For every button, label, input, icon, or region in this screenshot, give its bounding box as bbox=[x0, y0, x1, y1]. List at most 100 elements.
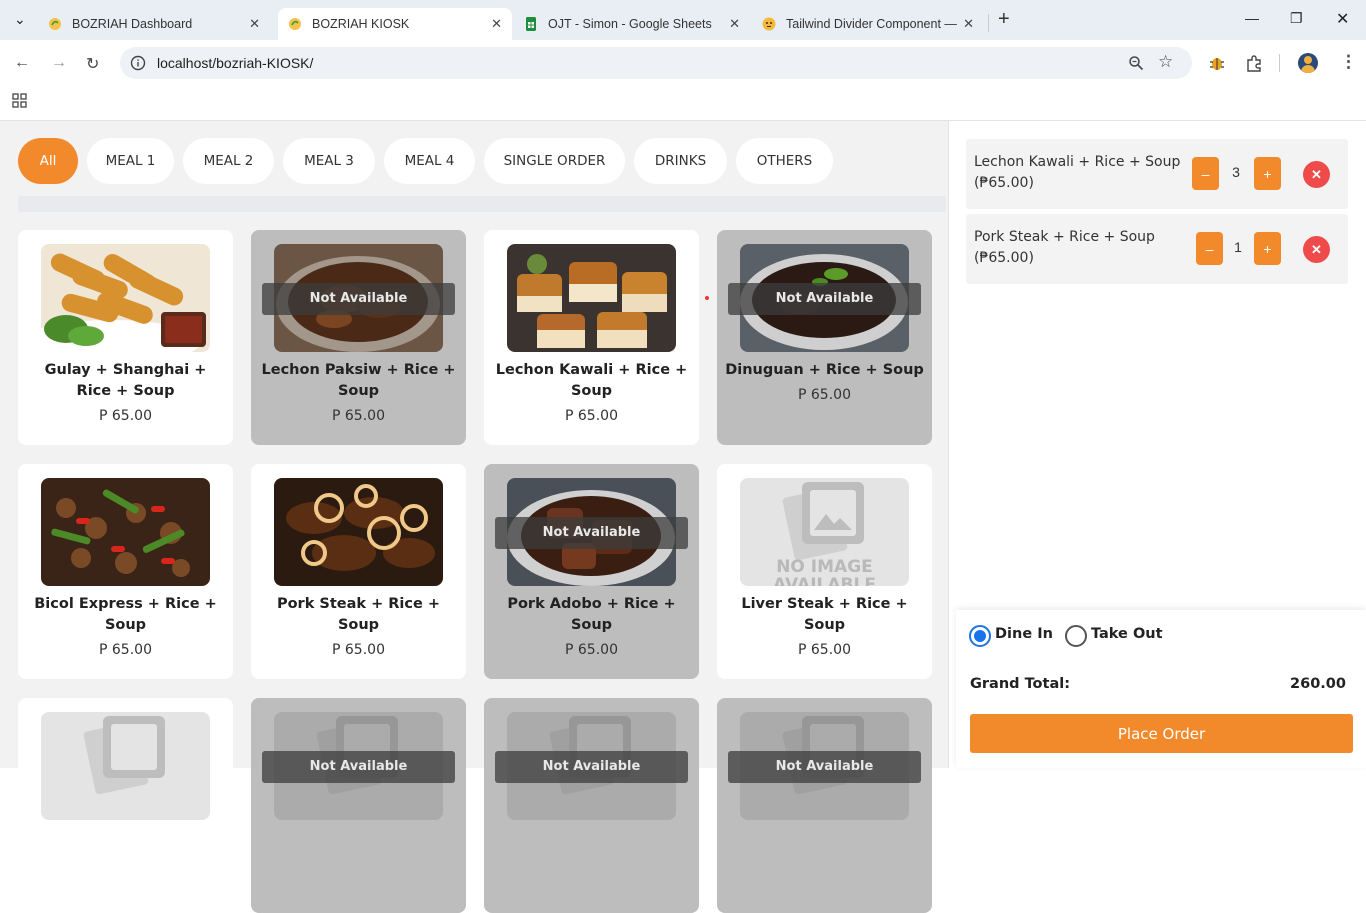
category-divider bbox=[18, 196, 946, 212]
not-available-badge: Not Available bbox=[728, 283, 921, 315]
grand-total-label: Grand Total: bbox=[970, 676, 1070, 692]
bookmark-star-icon[interactable]: ☆ bbox=[1158, 52, 1173, 72]
menu-card-unavailable: Not Available Dinuguan + Rice + Soup P 65… bbox=[717, 230, 932, 445]
not-available-badge: Not Available bbox=[495, 517, 688, 549]
menu-item-name: Pork Adobo + Rice + Soup P 65.00 bbox=[492, 594, 691, 661]
menu-item-price: P 65.00 bbox=[332, 642, 385, 658]
menu-card[interactable]: Bicol Express + Rice + Soup P 65.00 bbox=[18, 464, 233, 679]
increase-qty-button[interactable]: + bbox=[1254, 157, 1281, 190]
take-out-radio[interactable] bbox=[1065, 625, 1087, 647]
bozriah-favicon-icon bbox=[49, 18, 61, 30]
menu-item-title: Pork Adobo + Rice + Soup bbox=[507, 596, 676, 633]
menu-card[interactable]: Lechon Kawali + Rice + Soup P 65.00 bbox=[484, 230, 699, 445]
menu-item-price: P 65.00 bbox=[565, 642, 618, 658]
remove-item-button[interactable]: ✕ bbox=[1303, 161, 1330, 188]
profile-avatar[interactable] bbox=[1298, 53, 1318, 73]
menu-item-name: Pork Steak + Rice + Soup P 65.00 bbox=[259, 594, 458, 661]
dine-in-radio[interactable] bbox=[969, 625, 991, 647]
url-text[interactable]: localhost/bozriah-KIOSK/ bbox=[157, 55, 313, 71]
not-available-badge: Not Available bbox=[262, 283, 455, 315]
close-window-icon[interactable]: ✕ bbox=[1336, 9, 1349, 29]
apps-grid-icon[interactable] bbox=[12, 93, 27, 108]
browser-chrome: ⌄ BOZRIAH Dashboard ✕ BOZRIAH KIOSK ✕ OJ… bbox=[0, 0, 1366, 121]
menu-card[interactable] bbox=[18, 698, 233, 913]
cart-item: Lechon Kawali + Rice + Soup (₱65.00) – 3 … bbox=[966, 139, 1348, 209]
bug-extension-icon[interactable] bbox=[1208, 54, 1226, 72]
forward-icon[interactable]: → bbox=[51, 54, 67, 72]
site-info-icon[interactable] bbox=[130, 55, 146, 71]
category-meal-3[interactable]: MEAL 3 bbox=[283, 138, 375, 184]
menu-card[interactable]: NO IMAGE AVAILABLE Liver Steak + Rice + … bbox=[717, 464, 932, 679]
address-bar[interactable]: localhost/bozriah-KIOSK/ ☆ bbox=[120, 47, 1192, 79]
decrease-qty-button[interactable]: – bbox=[1192, 157, 1219, 190]
back-icon[interactable]: ← bbox=[14, 54, 30, 72]
take-out-label[interactable]: Take Out bbox=[1091, 626, 1163, 642]
menu-item-name: Lechon Paksiw + Rice + Soup P 65.00 bbox=[259, 360, 458, 427]
tab-title: BOZRIAH KIOSK bbox=[312, 17, 410, 31]
menu-item-price: P 65.00 bbox=[99, 642, 152, 658]
menu-item-name: Lechon Kawali + Rice + Soup P 65.00 bbox=[492, 360, 691, 427]
tab-separator bbox=[988, 14, 989, 32]
grand-total-value: 260.00 bbox=[1290, 676, 1346, 692]
menu-item-title: Liver Steak + Rice + Soup bbox=[741, 596, 908, 633]
dine-in-label[interactable]: Dine In bbox=[995, 626, 1053, 642]
menu-item-price: P 65.00 bbox=[99, 408, 152, 424]
tab-google-sheets[interactable]: OJT - Simon - Google Sheets ✕ bbox=[514, 8, 750, 40]
tab-title: OJT - Simon - Google Sheets bbox=[548, 17, 712, 31]
menu-card[interactable]: Gulay + Shanghai + Rice + Soup P 65.00 bbox=[18, 230, 233, 445]
menu-card-unavailable: Not Available bbox=[717, 698, 932, 913]
not-available-badge: Not Available bbox=[495, 751, 688, 783]
restore-icon[interactable]: ❐ bbox=[1290, 10, 1303, 27]
cart-item-price: (₱65.00) bbox=[974, 250, 1034, 266]
decrease-qty-button[interactable]: – bbox=[1196, 232, 1223, 265]
extensions-puzzle-icon[interactable] bbox=[1245, 54, 1263, 72]
place-order-button[interactable]: Place Order bbox=[970, 714, 1353, 753]
tab-bozriah-kiosk[interactable]: BOZRIAH KIOSK ✕ bbox=[278, 8, 512, 40]
increase-qty-button[interactable]: + bbox=[1254, 232, 1281, 265]
tab-search-icon[interactable]: ⌄ bbox=[14, 11, 26, 28]
menu-card-unavailable: Not Available Lechon Paksiw + Rice + Sou… bbox=[251, 230, 466, 445]
menu-item-title: Lechon Paksiw + Rice + Soup bbox=[261, 362, 456, 399]
no-image-text: NO IMAGE AVAILABLE bbox=[773, 558, 876, 586]
cart-item: Pork Steak + Rice + Soup (₱65.00) – 1 + ✕ bbox=[966, 214, 1348, 284]
cart-item-price: (₱65.00) bbox=[974, 175, 1034, 191]
not-available-badge: Not Available bbox=[262, 751, 455, 783]
tab-bozriah-dashboard[interactable]: BOZRIAH Dashboard ✕ bbox=[38, 8, 270, 40]
menu-item-title: Pork Steak + Rice + Soup bbox=[276, 596, 441, 633]
cart-item-name: Pork Steak + Rice + Soup (₱65.00) bbox=[974, 227, 1192, 269]
menu-item-price: P 65.00 bbox=[565, 408, 618, 424]
toolbar-separator bbox=[1279, 54, 1280, 72]
menu-card[interactable]: Pork Steak + Rice + Soup P 65.00 bbox=[251, 464, 466, 679]
shanghai-photo bbox=[41, 244, 210, 352]
category-all[interactable]: All bbox=[18, 138, 78, 184]
menu-item-title: Dinuguan + Rice + Soup bbox=[725, 362, 924, 378]
category-drinks[interactable]: DRINKS bbox=[634, 138, 727, 184]
menu-item-name: Dinuguan + Rice + Soup P 65.00 bbox=[725, 360, 924, 406]
tab-tailwind-divider[interactable]: Tailwind Divider Component — ✕ bbox=[752, 8, 984, 40]
tab-strip: ⌄ BOZRIAH Dashboard ✕ BOZRIAH KIOSK ✕ OJ… bbox=[0, 0, 1366, 40]
menu-card-unavailable: Not Available Pork Adobo + Rice + Soup P … bbox=[484, 464, 699, 679]
not-available-badge: Not Available bbox=[728, 751, 921, 783]
category-meal-4[interactable]: MEAL 4 bbox=[384, 138, 475, 184]
tab-close-icon[interactable]: ✕ bbox=[249, 16, 260, 32]
category-single-order[interactable]: SINGLE ORDER bbox=[484, 138, 625, 184]
menu-kebab-icon[interactable]: ⋮ bbox=[1340, 52, 1357, 72]
menu-item-title: Bicol Express + Rice + Soup bbox=[34, 596, 217, 633]
category-meal-1[interactable]: MEAL 1 bbox=[87, 138, 174, 184]
zoom-icon[interactable] bbox=[1128, 55, 1144, 71]
tab-close-icon[interactable]: ✕ bbox=[963, 16, 974, 32]
menu-item-name: Liver Steak + Rice + Soup P 65.00 bbox=[725, 594, 924, 661]
category-others[interactable]: OTHERS bbox=[736, 138, 833, 184]
kawali-photo bbox=[507, 244, 676, 352]
reload-icon[interactable]: ↻ bbox=[86, 54, 99, 74]
minimize-icon[interactable]: — bbox=[1245, 10, 1259, 26]
tab-close-icon[interactable]: ✕ bbox=[729, 16, 740, 32]
new-tab-icon[interactable]: + bbox=[998, 8, 1010, 31]
category-meal-2[interactable]: MEAL 2 bbox=[183, 138, 274, 184]
tailwind-favicon-icon bbox=[762, 17, 776, 31]
tab-close-icon[interactable]: ✕ bbox=[491, 16, 502, 32]
sheets-favicon-icon bbox=[526, 17, 536, 31]
tab-title: Tailwind Divider Component — bbox=[786, 17, 957, 31]
remove-item-button[interactable]: ✕ bbox=[1303, 236, 1330, 263]
menu-card-unavailable: Not Available bbox=[484, 698, 699, 913]
